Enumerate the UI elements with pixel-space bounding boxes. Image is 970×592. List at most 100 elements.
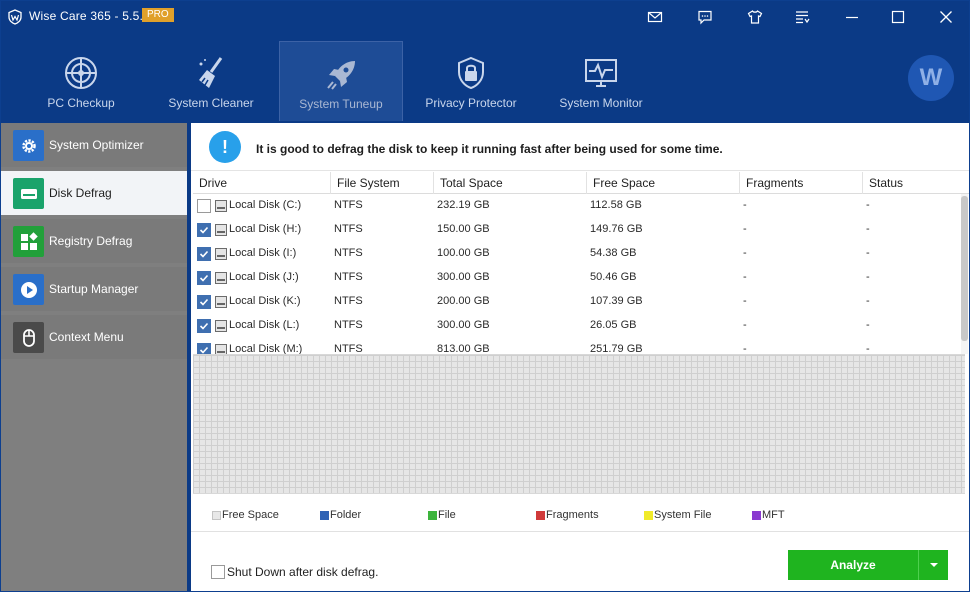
- free-space: 54.38 GB: [590, 247, 637, 259]
- legend-swatch: [428, 511, 437, 520]
- table-row[interactable]: Local Disk (H:) NTFS 150.00 GB 149.76 GB - -: [193, 218, 959, 242]
- total-space: 813.00 GB: [437, 343, 490, 354]
- status: -: [866, 199, 870, 211]
- drive-checkbox[interactable]: [197, 247, 211, 261]
- mail-icon[interactable]: [642, 5, 668, 29]
- tshirt-icon[interactable]: [742, 5, 768, 29]
- file-system: NTFS: [334, 247, 363, 259]
- sidebar-item-context-menu[interactable]: Context Menu: [1, 315, 187, 359]
- tab-system-cleaner[interactable]: System Cleaner: [149, 41, 273, 121]
- drive-name: Local Disk (M:): [229, 343, 303, 354]
- sidebar-item-registry-defrag[interactable]: Registry Defrag: [1, 219, 187, 263]
- table-scrollbar[interactable]: [961, 194, 968, 354]
- drive-name: Local Disk (C:): [229, 199, 302, 211]
- minimize-icon[interactable]: [839, 5, 865, 29]
- chevron-down-icon: [929, 563, 938, 567]
- free-space: 149.76 GB: [590, 223, 643, 235]
- drive-checkbox[interactable]: [197, 295, 211, 309]
- legend-label: File: [438, 509, 456, 521]
- sidebar-item-system-optimizer[interactable]: System Optimizer: [1, 123, 187, 167]
- column-header-drive[interactable]: Drive: [193, 172, 331, 194]
- hard-drive-icon: [215, 248, 227, 260]
- tab-pc-checkup[interactable]: PC Checkup: [19, 41, 143, 121]
- table-row[interactable]: Local Disk (I:) NTFS 100.00 GB 54.38 GB - -: [193, 242, 959, 266]
- column-header-free-space[interactable]: Free Space: [587, 172, 740, 194]
- analyze-dropdown-button[interactable]: [918, 550, 948, 580]
- total-space: 200.00 GB: [437, 295, 490, 307]
- legend-swatch: [536, 511, 545, 520]
- radar-icon: [65, 57, 97, 89]
- tab-label: System Tuneup: [299, 97, 383, 111]
- chat-icon[interactable]: [692, 5, 718, 29]
- table-row[interactable]: Local Disk (L:) NTFS 300.00 GB 26.05 GB - -: [193, 314, 959, 338]
- status: -: [866, 343, 870, 354]
- file-system: NTFS: [334, 271, 363, 283]
- tab-system-tuneup[interactable]: System Tuneup: [279, 41, 403, 121]
- file-system: NTFS: [334, 319, 363, 331]
- table-header: Drive File System Total Space Free Space…: [193, 172, 969, 194]
- disk-cluster-map: [193, 354, 965, 494]
- user-avatar[interactable]: W: [908, 55, 954, 101]
- table-row[interactable]: Local Disk (M:) NTFS 813.00 GB 251.79 GB - -: [193, 338, 959, 354]
- drive-list: Local Disk (C:) NTFS 232.19 GB 112.58 GB - - L…: [193, 194, 959, 354]
- disk-icon: [13, 178, 44, 209]
- close-icon[interactable]: [933, 5, 959, 29]
- footer-bar: Shut Down after disk defrag. Analyze: [191, 531, 969, 591]
- sidebar: System Optimizer Disk Defrag Registry De…: [1, 123, 187, 591]
- status: -: [866, 223, 870, 235]
- hard-drive-icon: [215, 272, 227, 284]
- legend-label: Fragments: [546, 509, 599, 521]
- drive-checkbox[interactable]: [197, 271, 211, 285]
- sidebar-item-label: Startup Manager: [49, 282, 139, 296]
- drive-checkbox[interactable]: [197, 199, 211, 213]
- title-bar: Wise Care 365 - 5.5.1 PRO: [1, 1, 969, 33]
- app-logo-icon: [8, 9, 22, 25]
- fragments: -: [743, 223, 747, 235]
- table-row[interactable]: Local Disk (K:) NTFS 200.00 GB 107.39 GB - -: [193, 290, 959, 314]
- top-navigation: PC Checkup System Cleaner System Tuneup: [1, 41, 969, 121]
- tab-label: PC Checkup: [47, 96, 115, 110]
- menu-icon[interactable]: [789, 5, 815, 29]
- analyze-button[interactable]: Analyze: [788, 550, 918, 580]
- drive-checkbox[interactable]: [197, 223, 211, 237]
- file-system: NTFS: [334, 295, 363, 307]
- column-header-file-system[interactable]: File System: [331, 172, 434, 194]
- tab-label: System Monitor: [559, 96, 643, 110]
- maximize-icon[interactable]: [885, 5, 911, 29]
- total-space: 100.00 GB: [437, 247, 490, 259]
- scrollbar-thumb[interactable]: [961, 196, 968, 341]
- drive-name: Local Disk (I:): [229, 247, 297, 259]
- sidebar-item-disk-defrag[interactable]: Disk Defrag: [1, 171, 187, 215]
- tab-label: System Cleaner: [168, 96, 254, 110]
- shutdown-checkbox[interactable]: [211, 565, 225, 579]
- gear-icon: [13, 130, 44, 161]
- drive-checkbox[interactable]: [197, 319, 211, 333]
- total-space: 150.00 GB: [437, 223, 490, 235]
- sidebar-item-label: Registry Defrag: [49, 234, 133, 248]
- fragments: -: [743, 319, 747, 331]
- column-header-status[interactable]: Status: [863, 172, 969, 194]
- free-space: 251.79 GB: [590, 343, 643, 354]
- shutdown-label[interactable]: Shut Down after disk defrag.: [227, 565, 378, 579]
- tab-privacy-protector[interactable]: Privacy Protector: [409, 41, 533, 121]
- total-space: 300.00 GB: [437, 271, 490, 283]
- column-header-total-space[interactable]: Total Space: [434, 172, 587, 194]
- map-legend: Free Space Folder File Fragments System …: [191, 509, 969, 531]
- total-space: 300.00 GB: [437, 319, 490, 331]
- fragments: -: [743, 199, 747, 211]
- lock-shield-icon: [458, 56, 484, 90]
- column-header-fragments[interactable]: Fragments: [740, 172, 863, 194]
- hard-drive-icon: [215, 320, 227, 332]
- table-row[interactable]: Local Disk (C:) NTFS 232.19 GB 112.58 GB - -: [193, 194, 959, 218]
- sidebar-item-label: Context Menu: [49, 330, 124, 344]
- drive-name: Local Disk (K:): [229, 295, 301, 307]
- tab-label: Privacy Protector: [425, 96, 517, 110]
- tab-system-monitor[interactable]: System Monitor: [539, 41, 663, 121]
- drive-checkbox[interactable]: [197, 343, 211, 354]
- sidebar-item-label: System Optimizer: [49, 138, 144, 152]
- blocks-icon: [13, 226, 44, 257]
- broom-icon: [199, 57, 223, 88]
- free-space: 107.39 GB: [590, 295, 643, 307]
- table-row[interactable]: Local Disk (J:) NTFS 300.00 GB 50.46 GB - -: [193, 266, 959, 290]
- sidebar-item-startup-manager[interactable]: Startup Manager: [1, 267, 187, 311]
